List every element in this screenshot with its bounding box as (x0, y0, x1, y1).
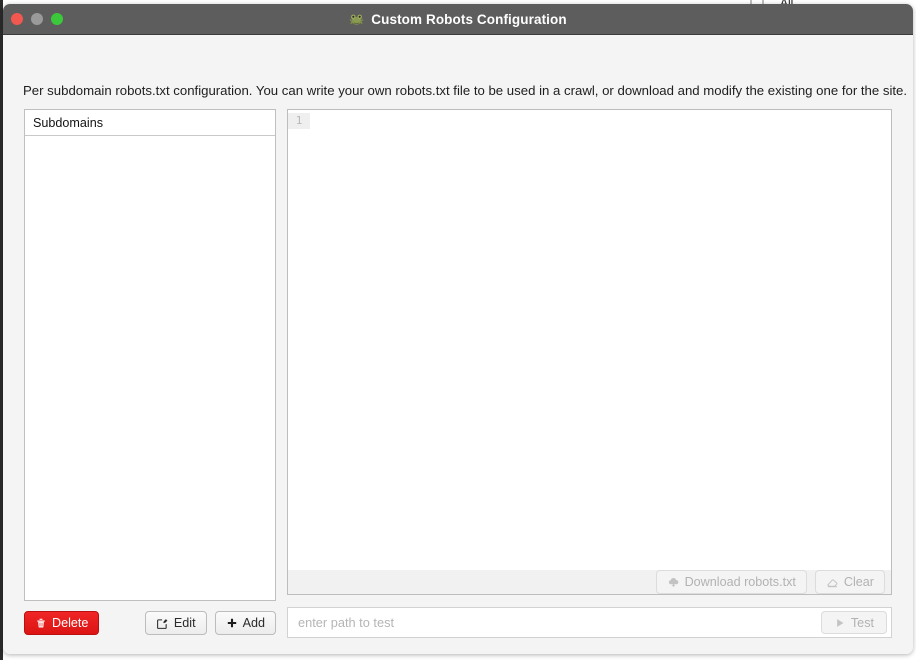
edit-button[interactable]: Edit (144, 611, 207, 635)
test-button[interactable]: Test (820, 611, 887, 634)
pencil-square-icon (156, 617, 169, 630)
window-title: Custom Robots Configuration (371, 11, 567, 27)
screen: All (0, 0, 916, 660)
test-path-input[interactable] (296, 614, 821, 631)
dialog-body: Per subdomain robots.txt configuration. … (3, 35, 913, 654)
frog-logo-icon (349, 12, 364, 27)
plus-icon (226, 617, 238, 629)
robots-editor-panel: 1 Download robots.txt Clear (287, 109, 892, 595)
download-robots-button[interactable]: Download robots.txt (655, 570, 807, 594)
custom-robots-dialog: Custom Robots Configuration Per subdomai… (3, 4, 913, 654)
clear-button-label: Clear (843, 575, 874, 589)
subdomains-column-header[interactable]: Subdomains (25, 110, 275, 136)
line-number: 1 (288, 113, 310, 129)
editor-toolbar: Download robots.txt Clear (288, 570, 891, 594)
play-icon (834, 617, 846, 629)
line-number-gutter: 1 (288, 110, 310, 570)
eraser-icon (826, 576, 839, 589)
robots-editor-area[interactable]: 1 (288, 110, 891, 570)
delete-button[interactable]: Delete (24, 611, 100, 635)
close-button[interactable] (11, 13, 23, 25)
window-controls (11, 13, 63, 25)
robots-text-editor[interactable] (310, 110, 891, 570)
edit-button-label: Edit (173, 616, 196, 630)
cloud-download-icon (667, 576, 680, 589)
dialog-description: Per subdomain robots.txt configuration. … (23, 83, 908, 98)
subdomains-button-bar: Delete Edit Add (24, 611, 276, 635)
minimize-button[interactable] (31, 13, 43, 25)
test-button-label: Test (850, 615, 874, 630)
delete-button-label: Delete (52, 616, 89, 630)
subdomains-list[interactable] (25, 136, 275, 599)
add-button[interactable]: Add (214, 611, 276, 635)
test-path-row: Test (287, 607, 892, 638)
add-button-label: Add (242, 616, 265, 630)
clear-button[interactable]: Clear (814, 570, 885, 594)
zoom-button[interactable] (51, 13, 63, 25)
download-robots-label: Download robots.txt (684, 575, 796, 589)
trash-icon (35, 617, 47, 629)
title-wrap: Custom Robots Configuration (349, 11, 567, 27)
subdomains-panel: Subdomains (24, 109, 276, 601)
title-bar[interactable]: Custom Robots Configuration (3, 4, 913, 35)
